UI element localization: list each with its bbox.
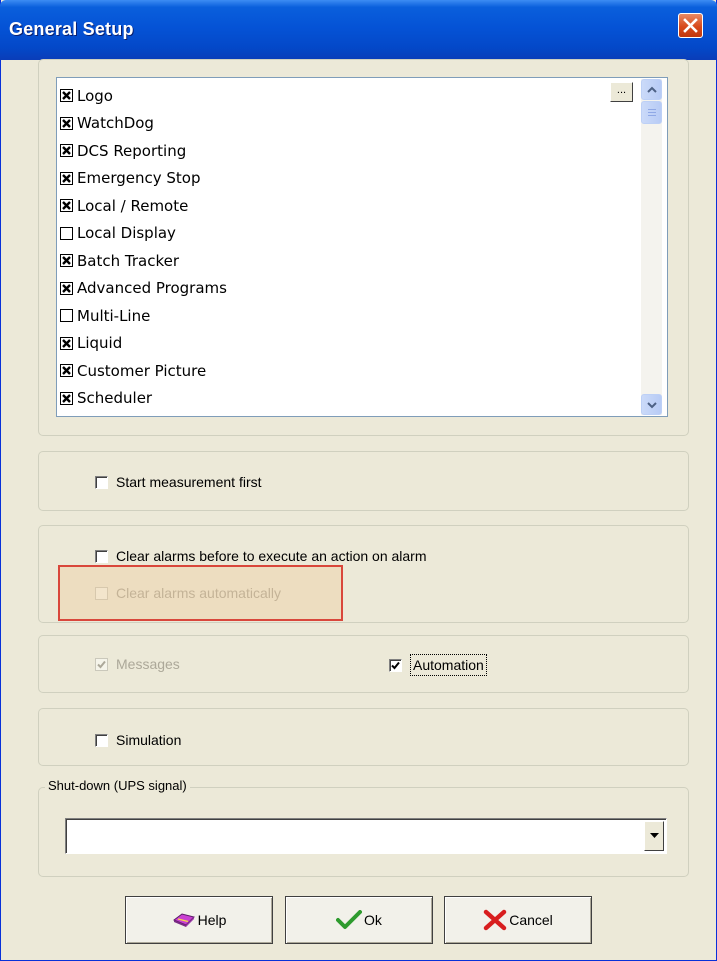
ok-button-label: Ok <box>364 912 382 928</box>
list-item-checkbox[interactable] <box>60 309 73 323</box>
list-item[interactable]: Local Display <box>60 220 620 248</box>
chevron-up-icon <box>647 86 657 93</box>
list-item[interactable]: Liquid <box>60 330 620 358</box>
list-item[interactable]: WatchDog <box>60 110 620 138</box>
chevron-down-icon <box>647 402 657 409</box>
start-measurement-first-label: Start measurement first <box>116 474 262 490</box>
ellipsis-button[interactable]: ... <box>610 82 633 102</box>
window-title: General Setup <box>9 19 134 39</box>
simulation-label: Simulation <box>116 732 182 748</box>
list-item-label: Multi-Line <box>77 306 151 325</box>
help-book-icon <box>172 913 195 927</box>
messages-automation-group: Messages Automation <box>38 635 689 693</box>
list-item-label: Emergency Stop <box>77 169 201 188</box>
clear-alarms-before-action-label: Clear alarms before to execute an action… <box>116 548 427 564</box>
shutdown-legend: Shut-down (UPS signal) <box>45 778 190 793</box>
messages-checkbox[interactable]: Messages <box>95 656 180 672</box>
cancel-button[interactable]: Cancel <box>444 896 592 944</box>
checked-x-icon <box>62 201 71 211</box>
checked-x-icon <box>62 146 71 156</box>
checkbox-box[interactable] <box>95 549 108 563</box>
shutdown-ups-select[interactable] <box>65 818 667 854</box>
list-item-checkbox[interactable] <box>60 281 73 295</box>
cancel-button-label: Cancel <box>509 912 553 928</box>
list-vertical-scrollbar[interactable] <box>641 79 662 415</box>
checked-x-icon <box>62 338 71 348</box>
cancel-x-icon <box>483 909 507 931</box>
checked-x-icon <box>62 118 71 128</box>
features-list: Logo WatchDog DCS Reporting Emergency Stop L… <box>60 82 620 412</box>
checkbox-box[interactable] <box>389 658 402 672</box>
list-item-label: Customer Picture <box>77 361 207 380</box>
list-item-label: Local / Remote <box>77 196 189 215</box>
automation-checkbox[interactable]: Automation <box>389 654 487 676</box>
features-listbox[interactable]: Logo WatchDog DCS Reporting Emergency Stop L… <box>56 77 668 417</box>
list-item-label: DCS Reporting <box>77 141 187 160</box>
list-item[interactable]: Scheduler <box>60 385 620 413</box>
list-item-checkbox[interactable] <box>60 226 73 240</box>
checkbox-box[interactable] <box>95 657 108 671</box>
scroll-up-button[interactable] <box>641 79 662 100</box>
list-item-label: Liquid <box>77 334 123 353</box>
dialog-body: Logo WatchDog DCS Reporting Emergency Stop L… <box>4 59 713 957</box>
list-item[interactable]: Local / Remote <box>60 192 620 220</box>
ok-button[interactable]: Ok <box>285 896 433 944</box>
list-item-checkbox[interactable] <box>60 116 73 130</box>
help-button-label: Help <box>197 912 227 928</box>
list-item-checkbox[interactable] <box>60 89 73 103</box>
help-button[interactable]: Help <box>125 896 273 944</box>
list-item-checkbox[interactable] <box>60 144 73 158</box>
list-item-label: Local Display <box>77 224 176 243</box>
list-item-checkbox[interactable] <box>60 199 73 213</box>
simulation-group: Simulation <box>38 708 689 766</box>
highlight-box <box>58 565 343 621</box>
list-item[interactable]: Multi-Line <box>60 302 620 330</box>
close-button[interactable] <box>678 13 703 38</box>
list-item-checkbox[interactable] <box>60 171 73 185</box>
checkbox-box[interactable] <box>95 733 108 747</box>
features-group: Logo WatchDog DCS Reporting Emergency Stop L… <box>38 59 689 436</box>
list-item[interactable]: Customer Picture <box>60 357 620 385</box>
messages-label: Messages <box>116 656 180 672</box>
list-item[interactable]: Batch Tracker <box>60 247 620 275</box>
automation-label: Automation <box>410 654 487 676</box>
checked-x-icon <box>62 256 71 266</box>
list-item-label: WatchDog <box>77 114 154 133</box>
checked-x-icon <box>62 366 71 376</box>
list-item-label: Logo <box>77 86 113 105</box>
list-item[interactable]: Emergency Stop <box>60 165 620 193</box>
dropdown-button[interactable] <box>644 821 664 851</box>
list-item-checkbox[interactable] <box>60 336 73 350</box>
checkbox-box[interactable] <box>95 475 108 489</box>
list-item-checkbox[interactable] <box>60 364 73 378</box>
list-item-label: Advanced Programs <box>77 279 227 298</box>
scroll-thumb[interactable] <box>641 101 662 124</box>
list-item-label: Batch Tracker <box>77 251 179 270</box>
list-item-checkbox[interactable] <box>60 391 73 405</box>
list-item[interactable]: DCS Reporting <box>60 137 620 165</box>
measurement-group: Start measurement first <box>38 451 689 511</box>
general-setup-dialog: General Setup Logo WatchDog DCS Reporting E… <box>0 0 717 961</box>
list-item-label: Scheduler <box>77 389 153 408</box>
simulation-checkbox[interactable]: Simulation <box>95 732 181 748</box>
list-item[interactable]: Advanced Programs <box>60 275 620 303</box>
list-item[interactable]: Logo <box>60 82 620 110</box>
scroll-down-button[interactable] <box>641 394 662 415</box>
checkmark-icon <box>391 661 400 669</box>
checked-x-icon <box>62 283 71 293</box>
checked-x-icon <box>62 91 71 101</box>
title-bar[interactable]: General Setup <box>0 0 717 60</box>
check-icon <box>336 910 363 929</box>
checked-x-icon <box>62 393 71 403</box>
close-icon <box>683 18 698 33</box>
dropdown-arrow-icon <box>650 833 659 838</box>
checkmark-icon <box>97 660 106 668</box>
clear-alarms-before-action-checkbox[interactable]: Clear alarms before to execute an action… <box>95 548 427 564</box>
start-measurement-first-checkbox[interactable]: Start measurement first <box>95 474 262 490</box>
list-item-checkbox[interactable] <box>60 254 73 268</box>
checked-x-icon <box>62 173 71 183</box>
